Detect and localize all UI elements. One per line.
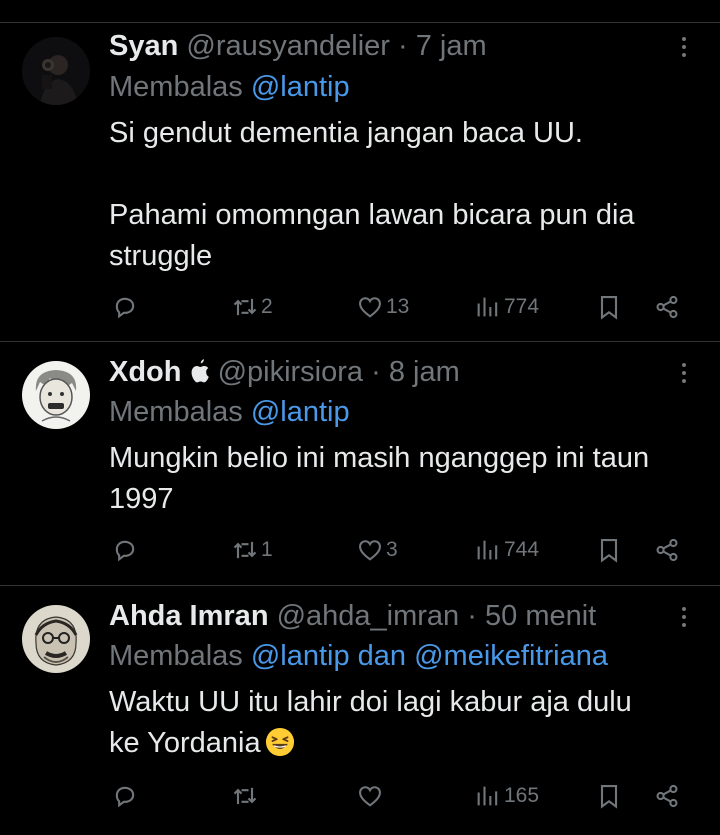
tweet-text-line: [109, 154, 699, 195]
reply-prefix: Membalas: [109, 640, 243, 672]
retweet-icon: [233, 541, 257, 559]
retweet-icon: [233, 298, 257, 316]
grinning-squinting-face-emoji: [265, 727, 294, 757]
views-icon: [477, 786, 498, 806]
more-options-icon[interactable]: [670, 30, 698, 64]
like-button[interactable]: [356, 779, 386, 813]
heart-icon: [359, 297, 381, 318]
view-count: 165: [504, 784, 540, 807]
avatar[interactable]: [22, 361, 90, 429]
bookmark-icon: [600, 539, 618, 563]
reply-prefix: Membalas: [109, 396, 243, 428]
retweet-button[interactable]: [231, 779, 261, 813]
apple-icon: [191, 359, 209, 383]
tweet-body: Waktu UU itu lahir doi lagi kabur aja du…: [109, 682, 699, 764]
reply-to-link[interactable]: @lantip: [251, 396, 350, 428]
more-options-icon[interactable]: [670, 600, 698, 634]
retweet-icon: [233, 787, 257, 805]
action-bar: 165: [0, 779, 720, 813]
reply-icon: [115, 297, 135, 319]
tweet-text-line: Si gendut dementia jangan baca UU.: [109, 117, 583, 149]
like-count: 13: [386, 295, 410, 318]
timestamp[interactable]: 7 jam: [416, 30, 487, 62]
user-handle[interactable]: @pikirsiora: [218, 356, 363, 388]
avatar[interactable]: [22, 605, 90, 673]
tweet-text-line: Mungkin belio ini masih nganggep ini tau…: [109, 442, 650, 474]
separator: ·: [398, 30, 408, 62]
tweet-text-line-with-emoji: ke Yordania: [109, 723, 699, 764]
reply-context: Membalas @lantip dan @meikefitriana: [109, 639, 608, 673]
separator: ·: [371, 356, 381, 388]
tweet[interactable]: Ahda Imran @ahda_imran · 50 menit Membal…: [0, 586, 720, 835]
views-icon: [477, 297, 498, 317]
heart-icon: [359, 786, 381, 807]
heart-icon: [359, 540, 381, 561]
retweet-count: 1: [261, 538, 273, 561]
retweet-button[interactable]: 1: [231, 533, 273, 567]
tweet-text-line: 1997: [109, 483, 174, 515]
views-button[interactable]: 165: [474, 779, 539, 813]
separator: ·: [467, 600, 477, 632]
reply-icon: [115, 786, 135, 808]
tweet-body: Mungkin belio ini masih nganggep ini tau…: [109, 438, 699, 520]
bookmark-button[interactable]: [595, 779, 623, 813]
share-icon: [656, 784, 678, 808]
timestamp[interactable]: 50 menit: [485, 600, 596, 632]
share-button[interactable]: [653, 290, 681, 324]
tweet-body: Si gendut dementia jangan baca UU. Paham…: [109, 113, 699, 277]
user-handle[interactable]: @rausyandelier: [186, 30, 390, 62]
share-button[interactable]: [653, 779, 681, 813]
avatar[interactable]: [22, 37, 90, 105]
tweet[interactable]: Syan @rausyandelier · 7 jam Membalas @la…: [0, 0, 720, 341]
views-icon: [477, 540, 498, 560]
share-icon: [656, 295, 678, 319]
display-name[interactable]: Ahda Imran: [109, 600, 269, 632]
view-count: 744: [504, 538, 540, 561]
action-bar: 2 13 774: [0, 290, 720, 324]
reply-button[interactable]: [111, 290, 139, 324]
tweet-text-line: ke Yordania: [109, 727, 261, 759]
reply-context: Membalas @lantip: [109, 70, 350, 104]
views-button[interactable]: 744: [474, 533, 539, 567]
bookmark-button[interactable]: [595, 290, 623, 324]
tweet[interactable]: Xdoh @pikirsiora · 8 jam Membalas @lanti…: [0, 342, 720, 585]
retweet-count: 2: [261, 295, 273, 318]
reply-prefix: Membalas: [109, 71, 243, 103]
timestamp[interactable]: 8 jam: [389, 356, 460, 388]
tweet-header: Ahda Imran @ahda_imran · 50 menit: [109, 599, 596, 633]
reply-context: Membalas @lantip: [109, 395, 350, 429]
reply-button[interactable]: [111, 779, 139, 813]
bookmark-icon: [600, 296, 618, 320]
view-count: 774: [504, 295, 540, 318]
tweet-header: Syan @rausyandelier · 7 jam: [109, 29, 487, 63]
tweet-text-line: Pahami omomngan lawan bicara pun dia: [109, 199, 635, 231]
reply-button[interactable]: [111, 533, 139, 567]
reply-icon: [115, 540, 135, 562]
retweet-button[interactable]: 2: [231, 290, 273, 324]
bookmark-button[interactable]: [595, 533, 623, 567]
tweet-header: Xdoh @pikirsiora · 8 jam: [109, 355, 460, 389]
like-count: 3: [386, 538, 398, 561]
bookmark-icon: [600, 785, 618, 809]
reply-to-link[interactable]: @lantip: [251, 71, 350, 103]
share-icon: [656, 538, 678, 562]
display-name[interactable]: Xdoh: [109, 356, 182, 388]
share-button[interactable]: [653, 533, 681, 567]
more-options-icon[interactable]: [670, 356, 698, 390]
reply-to-link[interactable]: @lantip dan @meikefitriana: [251, 640, 608, 672]
display-name[interactable]: Syan: [109, 30, 178, 62]
like-button[interactable]: 3: [356, 533, 398, 567]
views-button[interactable]: 774: [474, 290, 539, 324]
user-handle[interactable]: @ahda_imran: [277, 600, 460, 632]
tweet-text-line: Waktu UU itu lahir doi lagi kabur aja du…: [109, 686, 632, 718]
tweet-text-line: struggle: [109, 240, 213, 272]
action-bar: 1 3 744: [0, 533, 720, 567]
like-button[interactable]: 13: [356, 290, 409, 324]
